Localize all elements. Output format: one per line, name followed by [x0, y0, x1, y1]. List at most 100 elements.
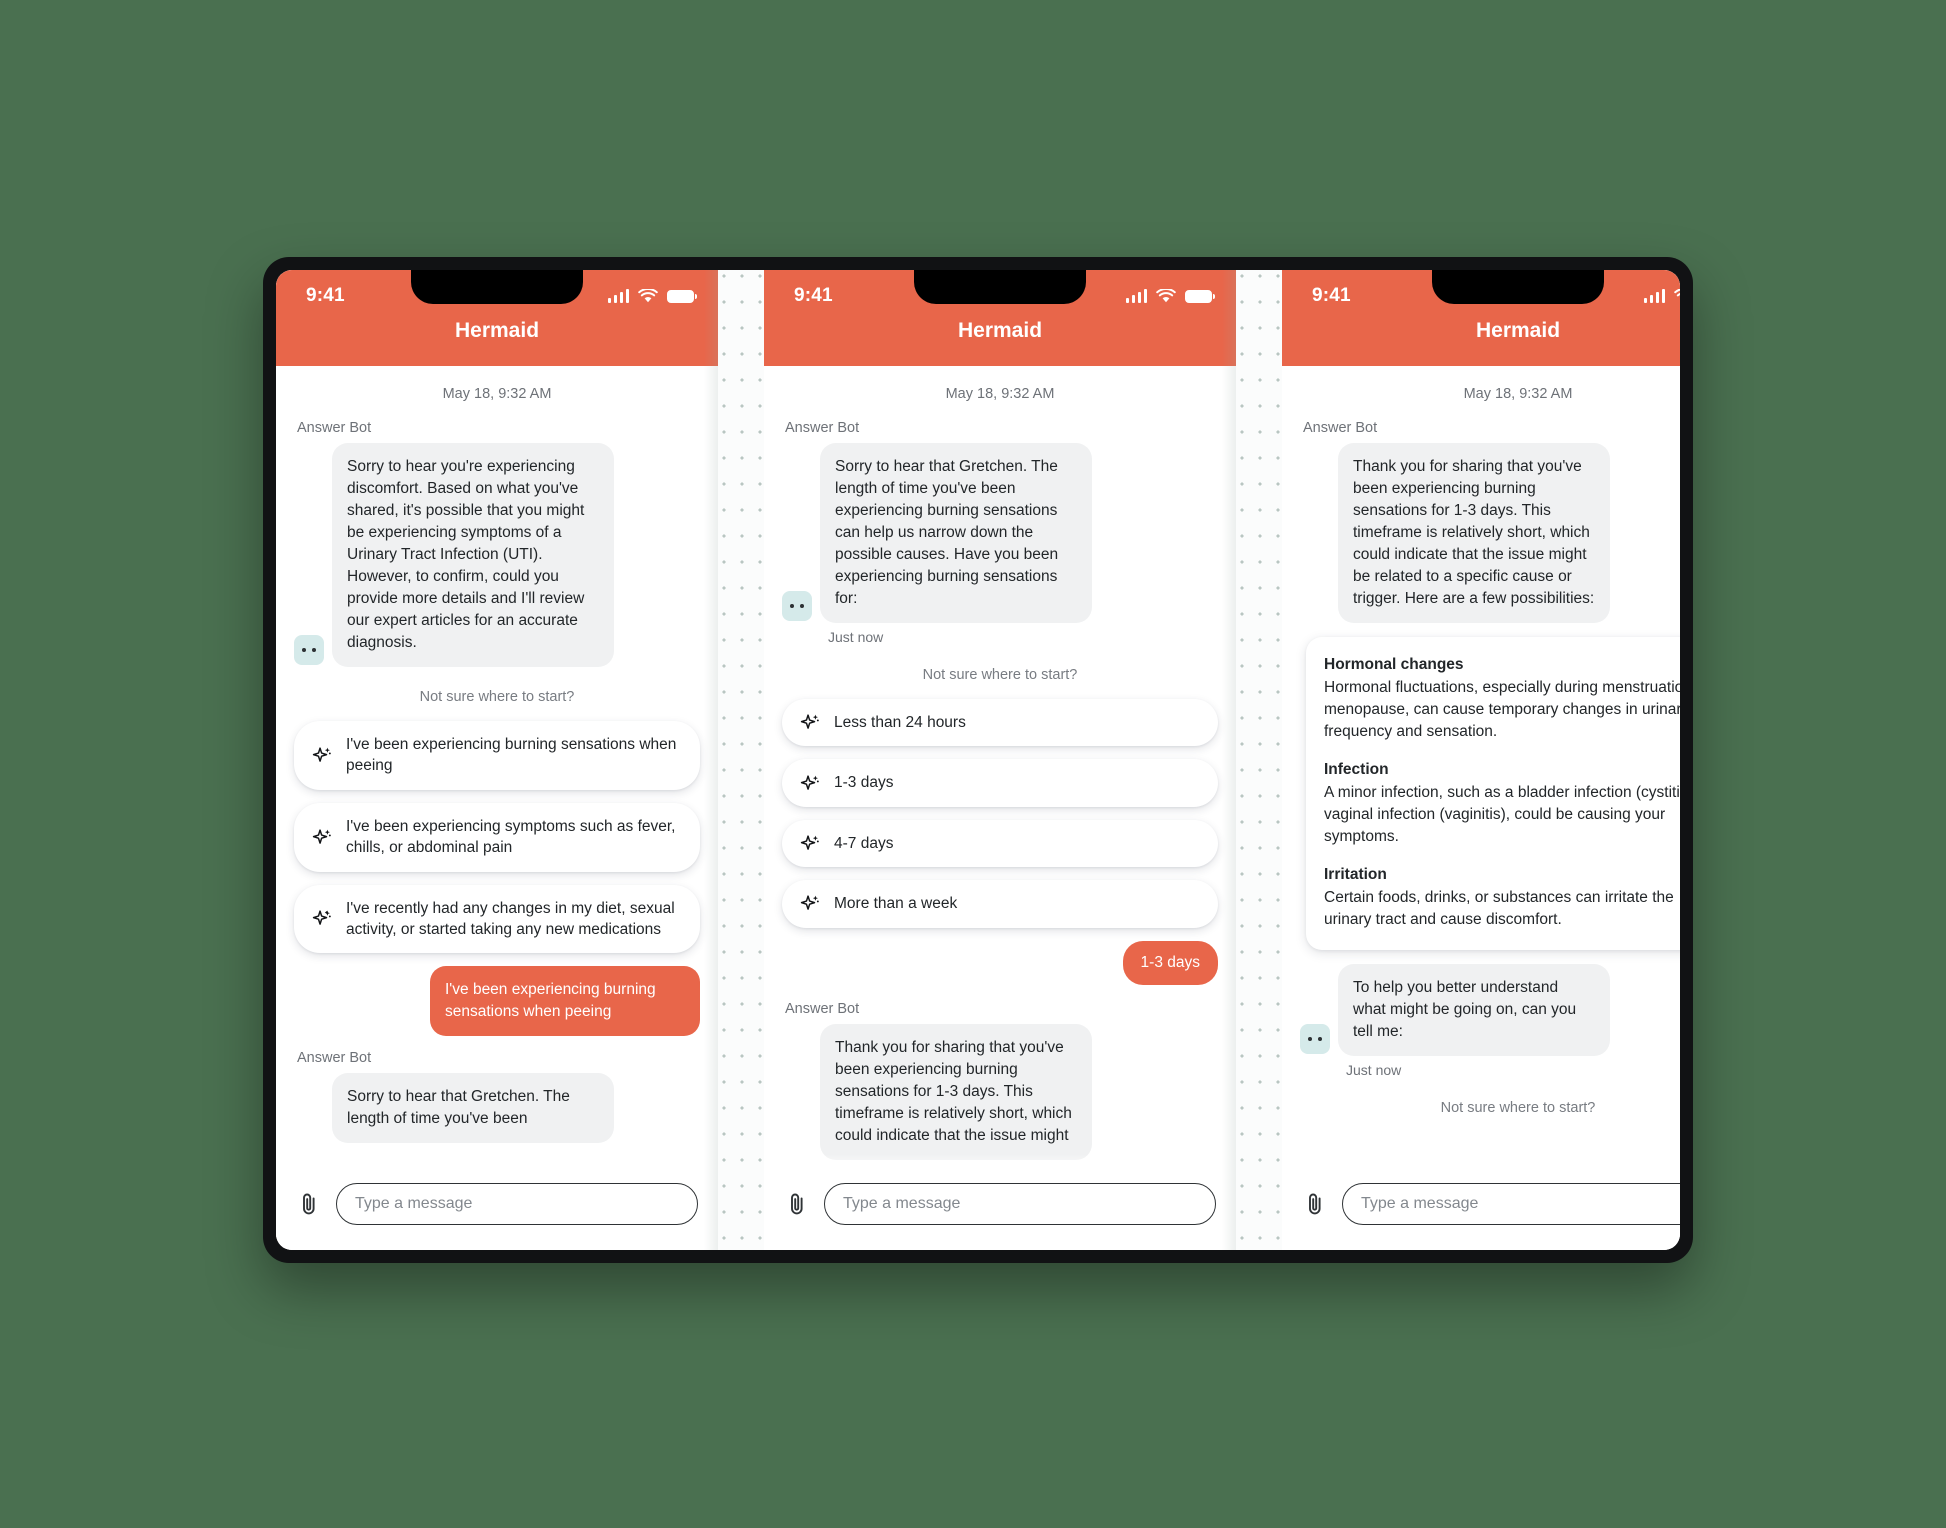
- message-input[interactable]: Type a message: [336, 1183, 698, 1225]
- message-input[interactable]: Type a message: [824, 1183, 1216, 1225]
- status-bar-1: 9:41: [276, 270, 718, 316]
- panel-divider: [1222, 270, 1296, 1250]
- chat-screen-1: 9:41 Hermaid May 18, 9:32 AM Answer Bot …: [276, 270, 718, 1250]
- chat-screen-2: 9:41 Hermaid May 18, 9:32 AM Answer Bot …: [764, 270, 1236, 1250]
- cause-heading: Irritation: [1324, 866, 1387, 883]
- option-chip-label: Less than 24 hours: [834, 714, 966, 731]
- bot-message-row: Sorry to hear you're experiencing discom…: [294, 443, 700, 667]
- device-notch: [914, 270, 1086, 304]
- cellular-bars-icon: [1643, 289, 1665, 303]
- bot-avatar: [782, 591, 812, 621]
- bot-message-row: Sorry to hear that Gretchen. The length …: [782, 443, 1218, 623]
- battery-icon: [1185, 289, 1216, 303]
- option-chip-label: 1-3 days: [834, 774, 894, 792]
- suggestion-chip[interactable]: I've been experiencing burning sensation…: [294, 721, 700, 790]
- attach-button[interactable]: [784, 1189, 810, 1219]
- bot-message-row: To help you better understand what might…: [1300, 964, 1680, 1056]
- message-list-3: May 18, 9:32 AM Answer Bot Thank you for…: [1282, 366, 1680, 1172]
- sparkle-icon: [312, 829, 331, 844]
- attach-button[interactable]: [1302, 1189, 1328, 1219]
- suggestion-prompt: Not sure where to start?: [922, 667, 1078, 683]
- chat-screen-3: 9:41 Hermaid May 18, 9:32 AM Answer Bot …: [1282, 270, 1680, 1250]
- cause-heading: Hormonal changes: [1324, 656, 1464, 673]
- bot-message-row: Thank you for sharing that you've been e…: [782, 1023, 1218, 1160]
- bot-message-bubble: To help you better understand what might…: [1338, 964, 1610, 1056]
- paperclip-icon: [303, 1193, 315, 1215]
- composer-1: Type a message: [276, 1172, 718, 1250]
- app-header-3: 9:41 Hermaid: [1282, 270, 1680, 366]
- date-separator: May 18, 9:32 AM: [442, 386, 552, 402]
- message-sender: Answer Bot: [785, 420, 860, 436]
- app-title: Hermaid: [454, 319, 540, 342]
- message-input[interactable]: Type a message: [1342, 1183, 1680, 1225]
- cause-body: Hormonal fluctuations, especially during…: [1324, 679, 1680, 740]
- option-chip[interactable]: 4-7 days: [782, 819, 1218, 868]
- user-message-bubble: I've been experiencing burning sensation…: [430, 966, 700, 1037]
- suggestion-prompt: Not sure where to start?: [1440, 1100, 1596, 1116]
- attach-button[interactable]: [296, 1189, 322, 1219]
- cellular-bars-icon: [1125, 289, 1147, 303]
- status-time: 9:41: [306, 285, 345, 306]
- wifi-icon: [1674, 288, 1680, 296]
- option-chip[interactable]: 1-3 days: [782, 759, 1218, 807]
- user-message-row: 1-3 days: [782, 940, 1218, 985]
- paperclip-icon: [1309, 1193, 1321, 1215]
- message-sender: Answer Bot: [785, 1000, 860, 1017]
- message-sender: Answer Bot: [297, 420, 372, 436]
- date-separator: May 18, 9:32 AM: [945, 386, 1055, 402]
- status-icons: [1643, 288, 1680, 304]
- status-time: 9:41: [794, 285, 833, 306]
- suggestion-chip[interactable]: I've recently had any changes in my diet…: [294, 884, 700, 954]
- status-bar-2: 9:41: [764, 270, 1236, 316]
- option-chip-label: 4-7 days: [834, 834, 894, 852]
- paperclip-icon: [791, 1193, 803, 1215]
- suggestion-prompt: Not sure where to start?: [419, 689, 575, 705]
- bot-message-bubble: Sorry to hear that Gretchen. The length …: [332, 1073, 614, 1144]
- sparkle-icon: [312, 747, 331, 762]
- bot-message-bubble: Thank you for sharing that you've been e…: [1338, 443, 1610, 623]
- wifi-icon: [1156, 288, 1176, 302]
- wifi-icon: [638, 288, 658, 302]
- suggestion-chip[interactable]: I've been experiencing symptoms such as …: [294, 802, 700, 872]
- sparkle-icon: [800, 714, 819, 730]
- message-timestamp: Just now: [828, 629, 884, 645]
- battery-icon: [667, 289, 698, 303]
- device-screen: 9:41 Hermaid May 18, 9:32 AM Answer Bot …: [276, 270, 1680, 1250]
- cause-heading: Infection: [1324, 761, 1389, 778]
- option-chip[interactable]: Less than 24 hours: [782, 699, 1218, 747]
- status-time: 9:41: [1312, 285, 1351, 306]
- message-sender: Answer Bot: [1303, 420, 1378, 436]
- composer-3: Type a message: [1282, 1172, 1680, 1250]
- option-chip-label: More than a week: [834, 895, 958, 913]
- message-timestamp: Just now: [1346, 1062, 1402, 1078]
- user-message-row: I've been experiencing burning sensation…: [294, 966, 700, 1037]
- status-icons: [1125, 288, 1216, 304]
- device-notch: [411, 270, 583, 304]
- sparkle-icon: [800, 835, 819, 850]
- bot-message-bubble: Sorry to hear that Gretchen. The length …: [820, 443, 1092, 623]
- status-icons: [607, 288, 698, 304]
- device-notch: [1432, 270, 1604, 304]
- app-title: Hermaid: [957, 319, 1043, 342]
- status-bar-3: 9:41: [1282, 270, 1680, 316]
- bot-message-bubble: Sorry to hear you're experiencing discom…: [332, 443, 614, 667]
- bot-message-row: Sorry to hear that Gretchen. The length …: [294, 1073, 700, 1144]
- bot-avatar: [1300, 1024, 1330, 1054]
- bot-avatar: [294, 635, 324, 665]
- message-list-2: May 18, 9:32 AM Answer Bot Sorry to hear…: [764, 366, 1236, 1172]
- option-chip[interactable]: More than a week: [782, 880, 1218, 928]
- suggestion-chip-label: I've been experiencing burning sensation…: [346, 736, 677, 775]
- suggestion-chip-label: I've been experiencing symptoms such as …: [346, 817, 676, 857]
- suggestion-chip-label: I've recently had any changes in my diet…: [346, 899, 675, 938]
- bot-message-bubble: Thank you for sharing that you've been e…: [820, 1023, 1092, 1160]
- message-list-1: May 18, 9:32 AM Answer Bot Sorry to hear…: [276, 366, 718, 1172]
- message-sender: Answer Bot: [297, 1050, 372, 1067]
- cause-body: Certain foods, drinks, or substances can…: [1324, 889, 1674, 928]
- causes-card: Hormonal changes Hormonal fluctuations, …: [1306, 637, 1680, 950]
- composer-2: Type a message: [764, 1172, 1236, 1250]
- sparkle-icon: [312, 910, 331, 926]
- app-title: Hermaid: [1475, 319, 1561, 342]
- cause-body: A minor infection, such as a bladder inf…: [1324, 784, 1680, 845]
- panel-divider: [704, 270, 778, 1250]
- app-header-2: 9:41 Hermaid: [764, 270, 1236, 366]
